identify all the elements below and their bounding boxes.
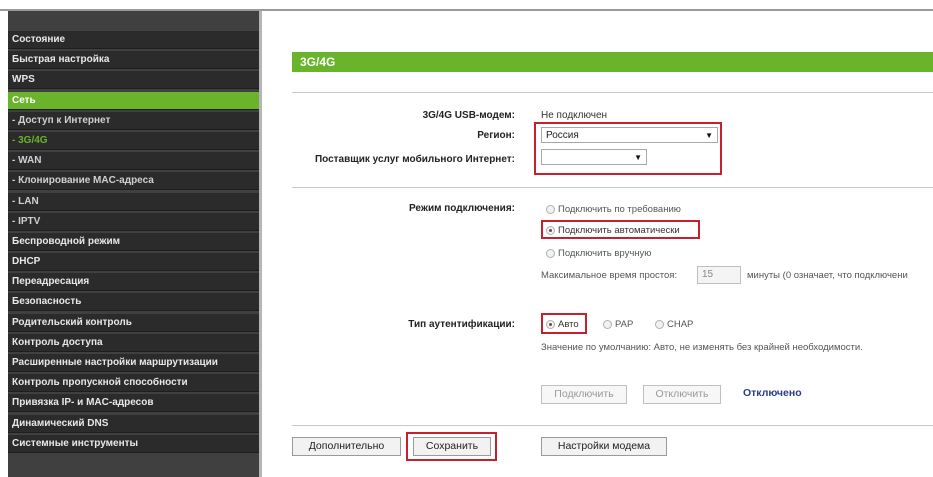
- sidebar-item-wireless[interactable]: Беспроводной режим: [8, 232, 259, 251]
- save-highlight: [406, 432, 497, 461]
- sidebar-item-iptv[interactable]: - IPTV: [8, 212, 259, 231]
- modem-settings-button[interactable]: Настройки модема: [541, 437, 667, 456]
- radio-dot-icon: [603, 320, 612, 329]
- advanced-button[interactable]: Дополнительно: [292, 437, 401, 456]
- sidebar-item-ddns[interactable]: Динамический DNS: [8, 414, 259, 433]
- auth-hint: Значение по умолчанию: Авто, не изменять…: [541, 342, 863, 353]
- sidebar-menu: Состояние Быстрая настройка WPS Сеть - Д…: [8, 11, 259, 477]
- sidebar-item-ip-mac-binding[interactable]: Привязка IP- и MAC-адресов: [8, 394, 259, 413]
- sidebar-item-forwarding[interactable]: Переадресация: [8, 273, 259, 292]
- region-label: Регион:: [477, 130, 515, 141]
- modem-status: Не подключен: [541, 110, 608, 121]
- radio-dot-icon: [655, 320, 664, 329]
- sidebar-item-system-tools[interactable]: Системные инструменты: [8, 434, 259, 453]
- page-title: 3G/4G: [292, 52, 933, 72]
- mode-on-demand-label: Подключить по требованию: [558, 204, 681, 215]
- auth-chap-label: CHAP: [667, 319, 694, 330]
- sidebar-item-wan[interactable]: - WAN: [8, 152, 259, 171]
- sidebar-item-3g4g[interactable]: - 3G/4G: [8, 131, 259, 150]
- auth-pap-radio[interactable]: PAP: [603, 319, 633, 330]
- mode-manual-radio[interactable]: Подключить вручную: [546, 248, 651, 259]
- idle-time-suffix: минуты (0 означает, что подключени: [747, 270, 908, 281]
- radio-dot-icon: [546, 249, 555, 258]
- sidebar-item-internet-access[interactable]: - Доступ к Интернет: [8, 111, 259, 130]
- sidebar-item-parental-control[interactable]: Родительский контроль: [8, 313, 259, 332]
- sidebar-item-dhcp[interactable]: DHCP: [8, 253, 259, 272]
- sidebar-top-spacer: [8, 11, 259, 31]
- idle-time-input[interactable]: 15: [697, 266, 741, 284]
- sidebar-item-bandwidth-control[interactable]: Контроль пропускной способности: [8, 374, 259, 393]
- sidebar-item-wps[interactable]: WPS: [8, 71, 259, 90]
- disconnect-button[interactable]: Отключить: [643, 385, 721, 404]
- auth-chap-radio[interactable]: CHAP: [655, 319, 693, 330]
- modem-label: 3G/4G USB-модем:: [422, 110, 515, 121]
- auth-auto-highlight: [541, 313, 587, 334]
- sidebar-item-lan[interactable]: - LAN: [8, 192, 259, 211]
- idle-time-label: Максимальное время простоя:: [541, 270, 678, 281]
- sidebar-item-status[interactable]: Состояние: [8, 31, 259, 49]
- sidebar-divider: [259, 11, 262, 477]
- radio-dot-icon: [546, 205, 555, 214]
- mode-auto-highlight: [541, 220, 700, 239]
- header-separator: [292, 92, 933, 93]
- section-separator: [292, 187, 933, 188]
- sidebar-item-security[interactable]: Безопасность: [8, 293, 259, 312]
- sidebar-item-access-control[interactable]: Контроль доступа: [8, 333, 259, 352]
- sidebar-item-network[interactable]: Сеть: [8, 91, 259, 110]
- mode-manual-label: Подключить вручную: [558, 248, 652, 259]
- cropped-heading: [0, 0, 933, 9]
- footer-separator: [292, 425, 933, 426]
- provider-label: Поставщик услуг мобильного Интернет:: [314, 154, 515, 165]
- connection-status: Отключено: [743, 387, 802, 399]
- region-provider-highlight: [534, 122, 722, 175]
- mode-label: Режим подключения:: [409, 203, 515, 214]
- sidebar-item-mac-clone[interactable]: - Клонирование MAC-адреса: [8, 172, 259, 191]
- connect-button[interactable]: Подключить: [541, 385, 627, 404]
- auth-pap-label: PAP: [615, 319, 634, 330]
- auth-label: Тип аутентификации:: [408, 319, 515, 330]
- sidebar-item-quick-setup[interactable]: Быстрая настройка: [8, 51, 259, 70]
- sidebar-item-advanced-routing[interactable]: Расширенные настройки маршрутизации: [8, 354, 259, 372]
- mode-on-demand-radio[interactable]: Подключить по требованию: [546, 204, 681, 215]
